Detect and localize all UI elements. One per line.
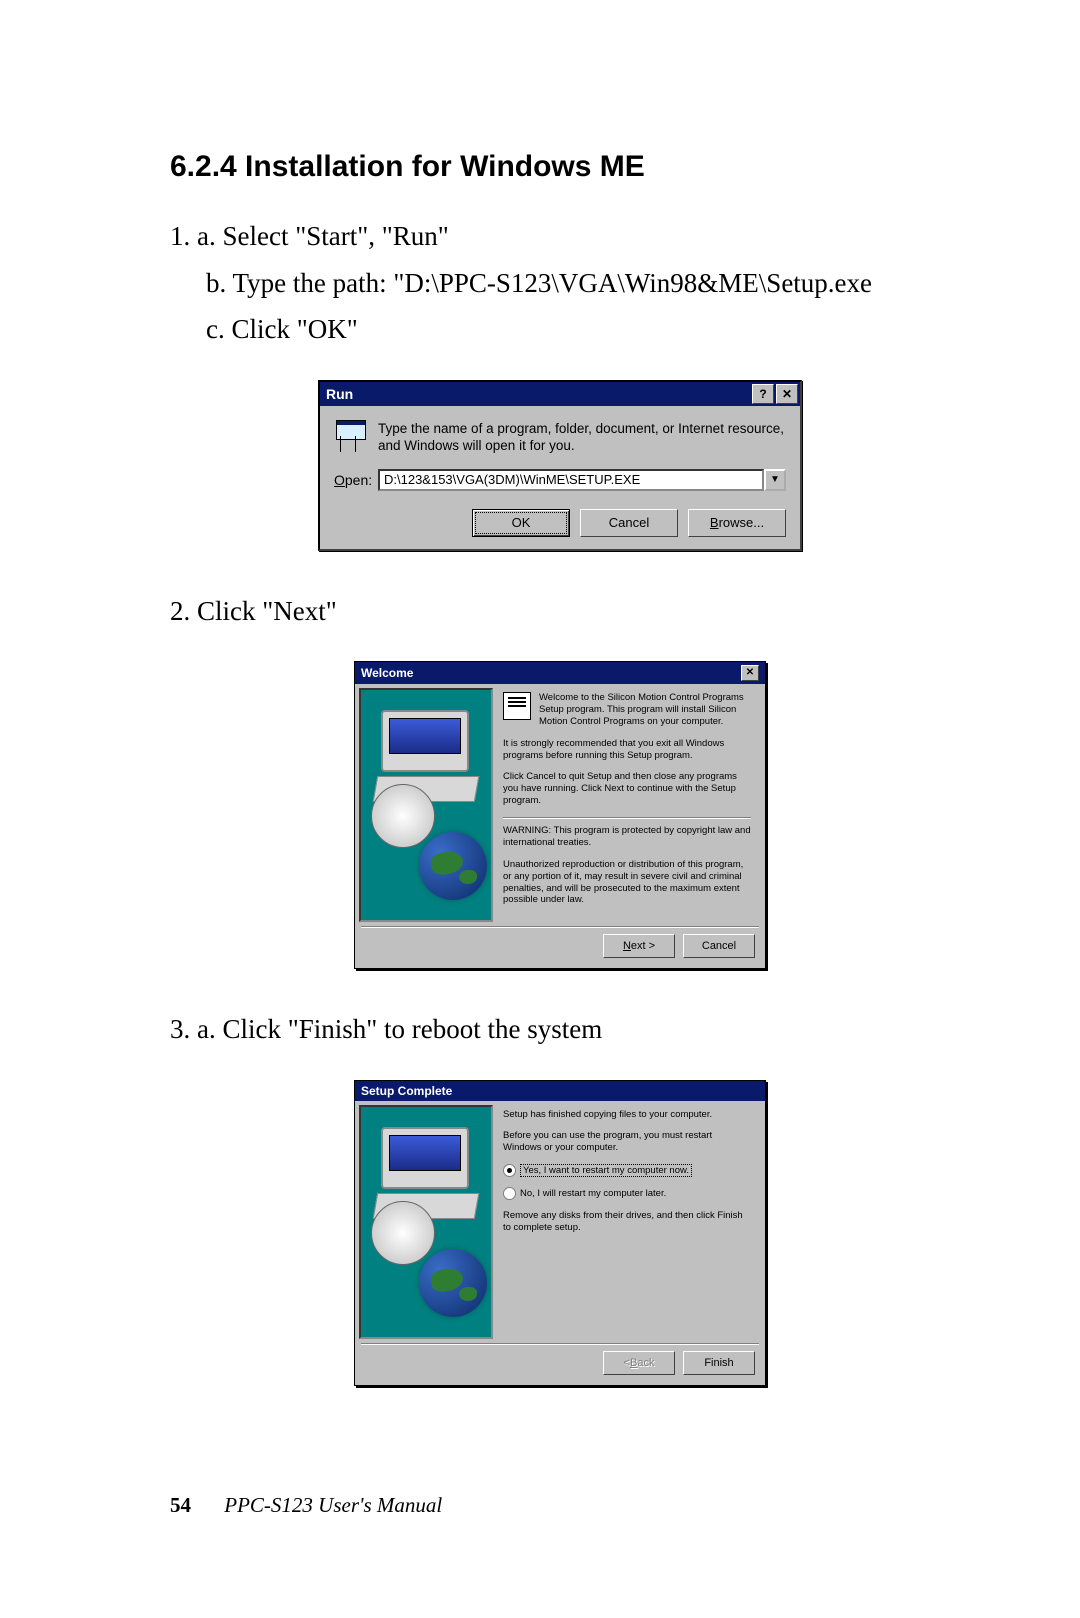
page-footer: 54 PPC-S123 User's Manual xyxy=(170,1493,442,1518)
help-button[interactable]: ? xyxy=(752,384,774,404)
step1c: c. Click "OK" xyxy=(206,309,950,350)
step3: 3. a. Click "Finish" to reboot the syste… xyxy=(170,1009,950,1050)
welcome-p4: WARNING: This program is protected by co… xyxy=(503,825,751,849)
welcome-close-button[interactable]: ✕ xyxy=(741,665,759,681)
step1a: 1. a. Select "Start", "Run" xyxy=(170,216,950,257)
complete-p3: Remove any disks from their drives, and … xyxy=(503,1210,751,1234)
run-dialog: Run ? ✕ Type the name of a program, fold… xyxy=(318,380,802,551)
welcome-p3: Click Cancel to quit Setup and then clos… xyxy=(503,771,751,807)
run-icon xyxy=(334,420,366,452)
radio-yes[interactable]: Yes, I want to restart my computer now. xyxy=(503,1164,751,1177)
section-heading: 6.2.4 Installation for Windows ME xyxy=(170,150,950,184)
welcome-image xyxy=(359,688,493,922)
complete-p2: Before you can use the program, you must… xyxy=(503,1130,751,1154)
run-title-bar: Run ? ✕ xyxy=(320,382,800,406)
complete-p1: Setup has finished copying files to your… xyxy=(503,1109,751,1121)
radio-no[interactable]: No, I will restart my computer later. xyxy=(503,1187,751,1200)
welcome-p1: Welcome to the Silicon Motion Control Pr… xyxy=(539,692,751,728)
open-dropdown-button[interactable]: ▼ xyxy=(764,469,786,491)
next-button[interactable]: Next > xyxy=(603,934,675,958)
browse-button[interactable]: Browse... xyxy=(688,509,786,537)
book-title: PPC-S123 User's Manual xyxy=(224,1493,442,1517)
open-label: Open: xyxy=(334,472,378,488)
finish-button[interactable]: Finish xyxy=(683,1351,755,1375)
setup-complete-dialog: Setup Complete Setup has finished copyin… xyxy=(354,1080,766,1386)
step2: 2. Click "Next" xyxy=(170,591,950,632)
welcome-title-bar: Welcome ✕ xyxy=(355,662,765,684)
document-icon xyxy=(503,692,531,720)
welcome-title: Welcome xyxy=(361,666,413,680)
welcome-cancel-button[interactable]: Cancel xyxy=(683,934,755,958)
run-title: Run xyxy=(326,386,353,402)
welcome-p5: Unauthorized reproduction or distributio… xyxy=(503,859,751,907)
ok-button[interactable]: OK xyxy=(472,509,570,537)
cancel-button[interactable]: Cancel xyxy=(580,509,678,537)
back-button: < Back xyxy=(603,1351,675,1375)
open-input[interactable]: D:\123&153\VGA(3DM)\WinME\SETUP.EXE xyxy=(378,469,764,491)
close-button[interactable]: ✕ xyxy=(776,384,798,404)
complete-image xyxy=(359,1105,493,1339)
welcome-p2: It is strongly recommended that you exit… xyxy=(503,738,751,762)
run-description: Type the name of a program, folder, docu… xyxy=(378,420,786,455)
welcome-dialog: Welcome ✕ Welcome to the Silicon Motion … xyxy=(354,661,766,969)
step1b: b. Type the path: "D:\PPC-S123\VGA\Win98… xyxy=(206,263,950,304)
complete-title: Setup Complete xyxy=(361,1084,452,1098)
page-number: 54 xyxy=(170,1493,191,1517)
complete-title-bar: Setup Complete xyxy=(355,1081,765,1101)
